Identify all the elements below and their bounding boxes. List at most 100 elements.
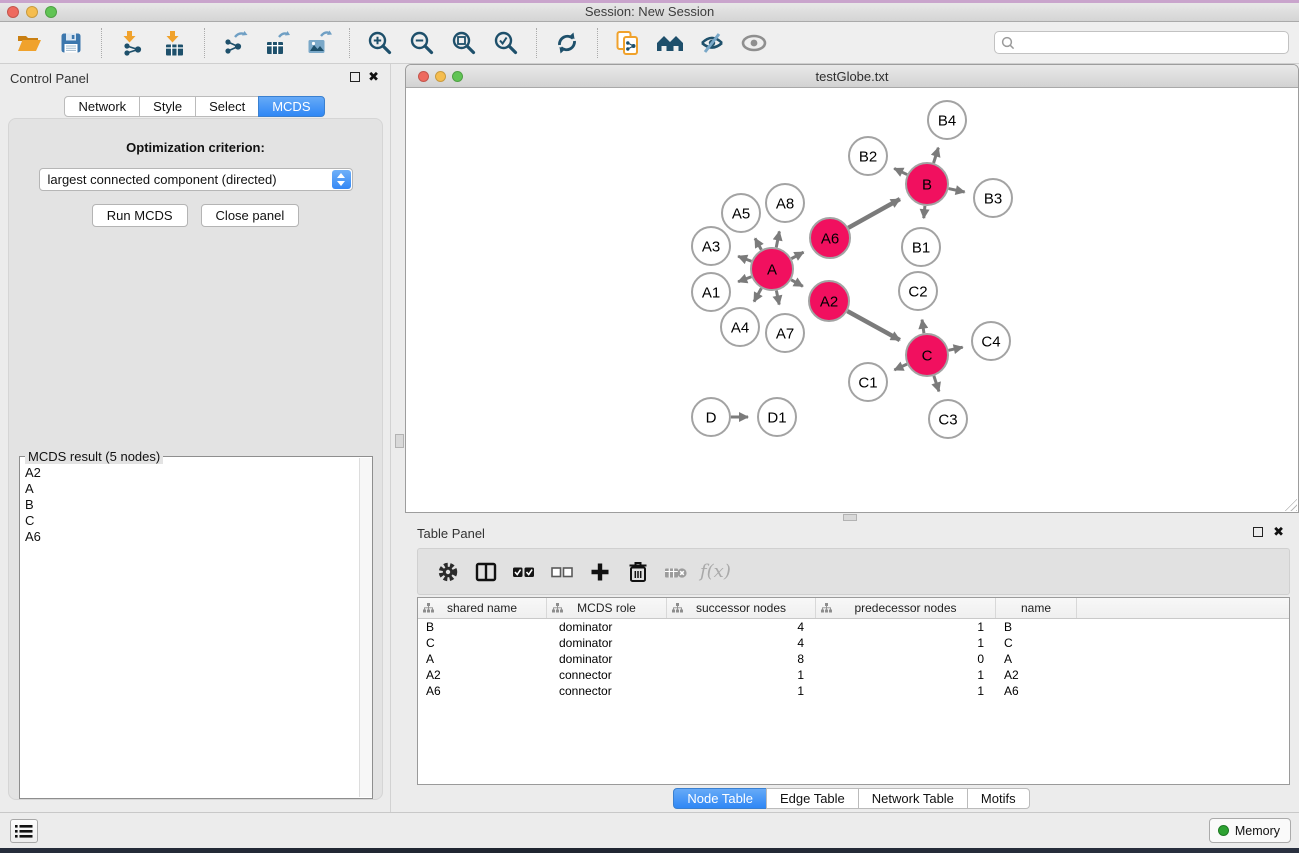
save-session-icon[interactable]	[53, 25, 89, 61]
zoom-out-icon[interactable]	[404, 25, 440, 61]
open-session-icon[interactable]	[11, 25, 47, 61]
table-cell[interactable]: A6	[996, 684, 1077, 698]
duplicate-network-icon[interactable]	[610, 25, 646, 61]
table-float-panel-icon[interactable]	[1253, 527, 1263, 537]
result-item[interactable]: A2	[21, 465, 358, 481]
column-header-predecessor-nodes[interactable]: predecessor nodes	[816, 598, 996, 618]
table-cell[interactable]: 4	[667, 636, 816, 650]
tab-select[interactable]: Select	[195, 96, 259, 117]
graph-edge-A-A6[interactable]	[791, 252, 803, 258]
table-cell[interactable]: 0	[816, 652, 996, 666]
column-header-name[interactable]: name	[996, 598, 1077, 618]
table-cell[interactable]: connector	[547, 684, 667, 698]
zoom-fit-icon[interactable]	[446, 25, 482, 61]
show-graphics-details-icon[interactable]	[736, 25, 772, 61]
graph-edge-B-B3[interactable]	[949, 189, 965, 192]
table-cell[interactable]: connector	[547, 668, 667, 682]
table-row[interactable]: Adominator80A	[418, 651, 1289, 667]
tab-node-table[interactable]: Node Table	[673, 788, 767, 809]
table-cell[interactable]: 1	[816, 636, 996, 650]
result-item[interactable]: A	[21, 481, 358, 497]
float-panel-icon[interactable]	[350, 72, 360, 82]
table-cell[interactable]: A6	[418, 684, 547, 698]
network-window-titlebar[interactable]: testGlobe.txt	[406, 65, 1298, 88]
zoom-in-icon[interactable]	[362, 25, 398, 61]
desktop-vscroll-thumb[interactable]	[395, 434, 404, 448]
column-header-mcds-role[interactable]: MCDS role	[547, 598, 667, 618]
settings-icon[interactable]	[430, 554, 466, 590]
graph-edge-C-C2[interactable]	[922, 320, 924, 333]
table-cell[interactable]: A2	[418, 668, 547, 682]
table-cell[interactable]: A	[996, 652, 1077, 666]
table-cell[interactable]: A	[418, 652, 547, 666]
split-view-icon[interactable]	[468, 554, 504, 590]
graph-edge-A-A3[interactable]	[738, 256, 751, 261]
select-all-checkboxes-icon[interactable]	[506, 554, 542, 590]
memory-button[interactable]: Memory	[1209, 818, 1291, 843]
graph-edge-A6-B[interactable]	[848, 199, 900, 228]
graph-edge-A-A4[interactable]	[754, 288, 761, 301]
table-cell[interactable]: B	[418, 620, 547, 634]
export-image-icon[interactable]	[301, 25, 337, 61]
table-cell[interactable]: dominator	[547, 636, 667, 650]
delete-column-icon[interactable]	[620, 554, 656, 590]
zoom-selected-icon[interactable]	[488, 25, 524, 61]
network-canvas-area[interactable]: B4B2BB3B1A5A8A3A6AA1A4A7A2C2C4CC1C3DD1	[407, 88, 1297, 511]
table-cell[interactable]: dominator	[547, 652, 667, 666]
criterion-dropdown[interactable]: largest connected component (directed)	[39, 168, 353, 191]
home-icon[interactable]	[652, 25, 688, 61]
table-row[interactable]: Cdominator41C	[418, 635, 1289, 651]
delete-table-icon[interactable]	[658, 554, 694, 590]
result-item[interactable]: B	[21, 497, 358, 513]
table-close-panel-icon[interactable]: ✖	[1273, 524, 1284, 540]
table-cell[interactable]: B	[996, 620, 1077, 634]
tab-edge-table[interactable]: Edge Table	[766, 788, 859, 809]
tab-network-table[interactable]: Network Table	[858, 788, 968, 809]
table-cell[interactable]: C	[418, 636, 547, 650]
run-mcds-button[interactable]: Run MCDS	[92, 204, 188, 227]
table-row[interactable]: A2connector11A2	[418, 667, 1289, 683]
tab-style[interactable]: Style	[139, 96, 196, 117]
table-cell[interactable]: 1	[816, 684, 996, 698]
search-input[interactable]	[1015, 33, 1288, 52]
column-header-shared-name[interactable]: shared name	[418, 598, 547, 618]
tab-mcds[interactable]: MCDS	[258, 96, 324, 117]
task-history-button[interactable]	[10, 819, 38, 843]
graph-edge-B-B1[interactable]	[924, 206, 925, 218]
table-cell[interactable]: 1	[667, 684, 816, 698]
graph-edge-B-B2[interactable]	[894, 168, 907, 174]
function-builder-icon[interactable]: f(x)	[700, 561, 731, 582]
result-item[interactable]: C	[21, 513, 358, 529]
result-scrollbar[interactable]	[359, 458, 372, 797]
table-cell[interactable]: dominator	[547, 620, 667, 634]
graph-edge-A-A5[interactable]	[755, 238, 761, 249]
tab-network[interactable]: Network	[64, 96, 140, 117]
graph-edge-C-C1[interactable]	[894, 364, 907, 370]
import-network-icon[interactable]	[114, 25, 150, 61]
export-network-icon[interactable]	[217, 25, 253, 61]
table-row[interactable]: Bdominator41B	[418, 619, 1289, 635]
close-panel-icon[interactable]: ✖	[368, 69, 379, 85]
table-cell[interactable]: 4	[667, 620, 816, 634]
close-panel-button[interactable]: Close panel	[201, 204, 300, 227]
tab-motifs[interactable]: Motifs	[967, 788, 1030, 809]
graph-edge-A-A7[interactable]	[776, 291, 779, 305]
add-column-icon[interactable]	[582, 554, 618, 590]
graph-edge-C-C4[interactable]	[948, 347, 962, 350]
table-cell[interactable]: 1	[816, 668, 996, 682]
graph-edge-B-B4[interactable]	[934, 148, 939, 163]
column-header-successor-nodes[interactable]: successor nodes	[667, 598, 816, 618]
graph-edge-A-A8[interactable]	[776, 231, 779, 247]
deselect-all-checkboxes-icon[interactable]	[544, 554, 580, 590]
table-cell[interactable]: 1	[816, 620, 996, 634]
table-cell[interactable]: A2	[996, 668, 1077, 682]
result-item[interactable]: A6	[21, 529, 358, 545]
graph-edge-A2-C[interactable]	[847, 311, 899, 340]
table-cell[interactable]: 8	[667, 652, 816, 666]
import-table-icon[interactable]	[156, 25, 192, 61]
graph-edge-C-C3[interactable]	[934, 376, 939, 392]
table-cell[interactable]: 1	[667, 668, 816, 682]
graph-edge-A-A2[interactable]	[791, 280, 803, 287]
refresh-layout-icon[interactable]	[549, 25, 585, 61]
graph-edge-A-A1[interactable]	[738, 277, 751, 282]
